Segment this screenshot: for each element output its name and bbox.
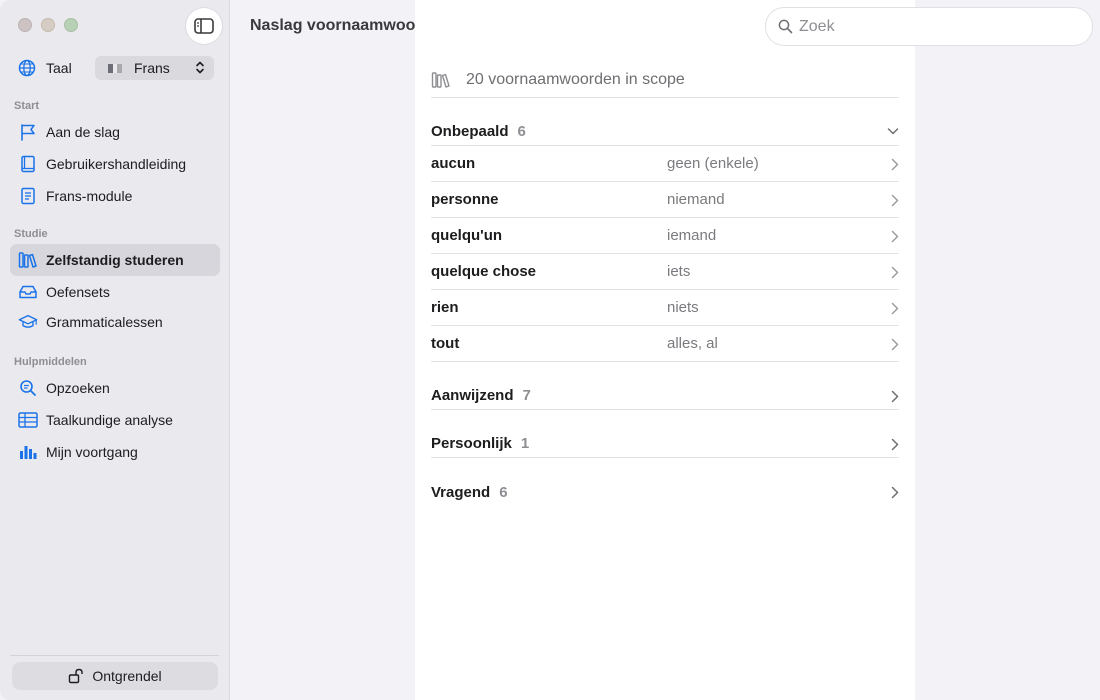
chevron-right-icon bbox=[891, 302, 899, 315]
section-label-hulpmiddelen: Hulpmiddelen bbox=[14, 356, 87, 368]
language-select[interactable]: Frans bbox=[95, 56, 214, 80]
book-icon bbox=[21, 155, 35, 173]
sidebar-item-taalkundige-analyse[interactable]: Taalkundige analyse bbox=[10, 404, 220, 436]
chevron-right-icon bbox=[891, 338, 899, 351]
list-item[interactable]: personne niemand bbox=[431, 182, 899, 218]
search-icon bbox=[778, 19, 793, 34]
group-name: Onbepaald bbox=[431, 123, 509, 140]
scope-text: 20 voornaamwoorden in scope bbox=[466, 70, 685, 88]
chevron-right-icon bbox=[891, 486, 899, 499]
sidebar-item-label: Oefensets bbox=[46, 284, 110, 300]
list-item[interactable]: tout alles, al bbox=[431, 326, 899, 362]
scope-summary: 20 voornaamwoorden in scope bbox=[431, 62, 899, 98]
flag-icon bbox=[108, 63, 123, 73]
flag-icon bbox=[21, 124, 35, 141]
sidebar-toggle-button[interactable] bbox=[186, 8, 222, 44]
main-content: 20 voornaamwoorden in scope Onbepaald 6 … bbox=[415, 0, 915, 700]
search-input[interactable] bbox=[799, 17, 1059, 36]
chevron-right-icon bbox=[891, 230, 899, 243]
section-label-start: Start bbox=[14, 100, 40, 112]
sidebar-icon bbox=[194, 18, 214, 34]
sidebar-item-grammaticalessen[interactable]: Grammaticalessen bbox=[10, 306, 220, 338]
entry-meaning: iemand bbox=[667, 227, 717, 244]
sidebar-item-gebruikershandleiding[interactable]: Gebruikershandleiding bbox=[10, 148, 220, 180]
document-icon bbox=[21, 187, 35, 205]
close-window-button[interactable] bbox=[18, 18, 32, 32]
magnifier-icon bbox=[20, 380, 36, 396]
sidebar-item-aan-de-slag[interactable]: Aan de slag bbox=[10, 116, 220, 148]
group-count: 7 bbox=[522, 387, 531, 404]
list-item[interactable]: quelqu'un iemand bbox=[431, 218, 899, 254]
group-count: 1 bbox=[520, 435, 530, 452]
sidebar-item-label: Mijn voortgang bbox=[46, 444, 138, 460]
group-header-persoonlijk[interactable]: Persoonlijk 1 bbox=[431, 430, 899, 458]
group-name: Aanwijzend bbox=[431, 387, 514, 404]
entry-term: quelque chose bbox=[431, 263, 537, 280]
entry-term: quelqu'un bbox=[431, 227, 503, 244]
sidebar-item-oefensets[interactable]: Oefensets bbox=[10, 276, 220, 308]
table-icon bbox=[18, 412, 38, 428]
group-header-vragend[interactable]: Vragend 6 bbox=[431, 478, 899, 506]
graduation-cap-icon bbox=[18, 314, 38, 328]
books-icon bbox=[431, 71, 450, 88]
sidebar-item-label: Gebruikershandleiding bbox=[46, 156, 187, 172]
window-controls bbox=[18, 18, 78, 32]
unlock-button[interactable]: Ontgrendel bbox=[12, 662, 218, 690]
unlock-icon bbox=[69, 668, 84, 684]
entry-meaning: niets bbox=[667, 299, 699, 316]
sidebar-item-mijn-voortgang[interactable]: Mijn voortgang bbox=[10, 436, 220, 468]
chevron-up-down-icon bbox=[196, 61, 204, 74]
books-icon bbox=[18, 252, 37, 268]
entry-term: tout bbox=[431, 335, 460, 352]
unlock-button-label: Ontgrendel bbox=[92, 668, 162, 684]
chevron-right-icon bbox=[891, 390, 899, 403]
sidebar-item-zelfstandig-studeren[interactable]: Zelfstandig studeren bbox=[10, 244, 220, 276]
list-item[interactable]: aucun geen (enkele) bbox=[431, 146, 899, 182]
list-item[interactable]: rien niets bbox=[431, 290, 899, 326]
tray-icon bbox=[19, 285, 37, 299]
language-select-value: Frans bbox=[134, 60, 170, 76]
group-count: 6 bbox=[517, 123, 526, 140]
search-field[interactable] bbox=[766, 8, 1092, 45]
chevron-right-icon bbox=[891, 194, 899, 207]
group-header-onbepaald[interactable]: Onbepaald 6 bbox=[431, 118, 899, 146]
entry-term: aucun bbox=[431, 155, 476, 172]
group-header-aanwijzend[interactable]: Aanwijzend 7 bbox=[431, 382, 899, 410]
sidebar-item-opzoeken[interactable]: Opzoeken bbox=[10, 372, 220, 404]
sidebar: Taal Frans Start Aan de slag Gebruikersh… bbox=[0, 0, 230, 700]
maximize-window-button[interactable] bbox=[64, 18, 78, 32]
minimize-window-button[interactable] bbox=[41, 18, 55, 32]
entry-meaning: alles, al bbox=[667, 335, 718, 352]
entry-meaning: iets bbox=[667, 263, 691, 280]
language-label: Taal bbox=[46, 60, 72, 76]
chevron-down-icon bbox=[887, 128, 899, 135]
sidebar-item-label: Opzoeken bbox=[46, 380, 110, 396]
group-name: Persoonlijk bbox=[431, 435, 512, 452]
section-label-studie: Studie bbox=[14, 228, 48, 240]
sidebar-divider bbox=[10, 655, 219, 656]
sidebar-item-label: Frans-module bbox=[46, 188, 133, 204]
group-count: 6 bbox=[499, 483, 508, 501]
app-window: Taal Frans Start Aan de slag Gebruikersh… bbox=[0, 0, 1100, 700]
entry-meaning: niemand bbox=[667, 191, 725, 208]
sidebar-item-label: Taalkundige analyse bbox=[46, 412, 173, 428]
sidebar-item-label: Zelfstandig studeren bbox=[46, 252, 184, 268]
language-row: Taal Frans bbox=[18, 56, 214, 80]
entry-term: rien bbox=[431, 299, 459, 316]
chevron-right-icon bbox=[891, 158, 899, 171]
chevron-right-icon bbox=[891, 438, 899, 451]
list-item[interactable]: quelque chose iets bbox=[431, 254, 899, 290]
entry-term: personne bbox=[431, 191, 499, 208]
entry-meaning: geen (enkele) bbox=[667, 155, 759, 172]
bar-chart-icon bbox=[20, 446, 37, 459]
group-name: Vragend bbox=[431, 483, 491, 501]
sidebar-item-label: Grammaticalessen bbox=[46, 314, 163, 330]
globe-icon bbox=[18, 59, 36, 77]
sidebar-item-frans-module[interactable]: Frans-module bbox=[10, 180, 220, 212]
sidebar-item-label: Aan de slag bbox=[46, 124, 120, 140]
chevron-right-icon bbox=[891, 266, 899, 279]
